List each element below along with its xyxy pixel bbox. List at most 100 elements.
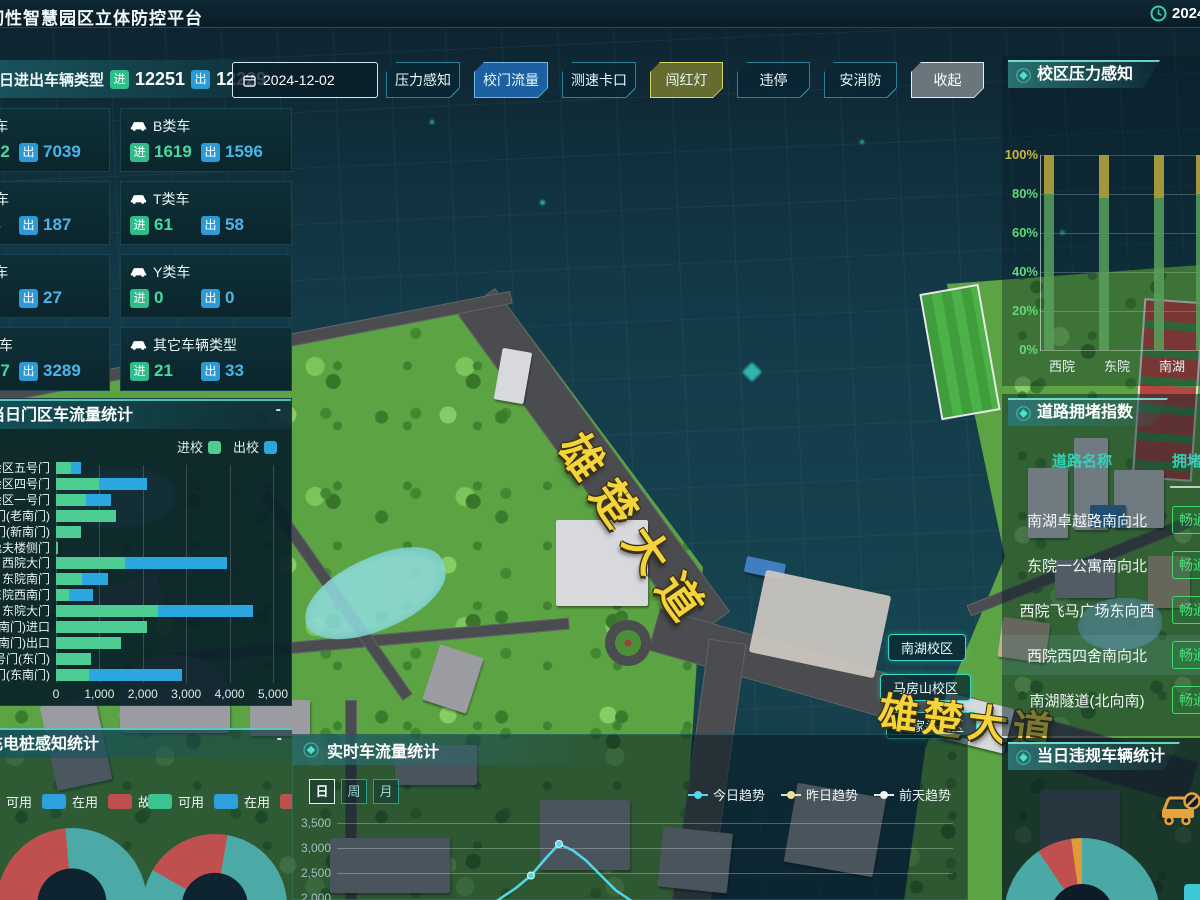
y-tick-label: 40% bbox=[1002, 264, 1038, 279]
congestion-row[interactable]: 西院飞马广场东向西畅通 bbox=[1002, 590, 1200, 630]
out-badge: 出 bbox=[191, 70, 210, 89]
toolbar-button[interactable]: 校门流量 bbox=[474, 62, 548, 98]
no-parking-car-icon bbox=[1158, 788, 1200, 833]
bar-out bbox=[99, 478, 147, 490]
y-tick-label: 80% bbox=[1002, 186, 1038, 201]
vehicle-card: B类车进1619出1596 bbox=[120, 108, 292, 172]
minimize-button[interactable]: - bbox=[277, 730, 282, 748]
in-count: 184 bbox=[0, 215, 14, 235]
bar-out bbox=[71, 462, 81, 474]
x-tick-label: 0 bbox=[34, 687, 78, 701]
gate-bar-row: 逸夫楼侧门 bbox=[0, 541, 293, 557]
in-count: 0 bbox=[154, 288, 196, 308]
vehicle-type-name: 来访车 bbox=[0, 335, 13, 355]
out-count: 27 bbox=[43, 288, 62, 308]
gate-bar-row: 东院西南门 bbox=[0, 588, 293, 604]
charging-legend-item: 可用 bbox=[148, 792, 204, 811]
congestion-row[interactable]: 南湖隧道(北向南) 畅通 bbox=[1002, 680, 1200, 720]
out-count: 33 bbox=[225, 361, 244, 381]
campus-pressure-panel: 校区压力感知 100%80%60%40%20%0%西院东院南湖 bbox=[1002, 56, 1200, 386]
congestion-row[interactable]: 西院西四舍南向北畅通 bbox=[1002, 635, 1200, 675]
app-header: 韧性智慧园区立体防控平台 2024 bbox=[0, 0, 1200, 28]
y-tick-label: 20% bbox=[1002, 303, 1038, 318]
app-title: 韧性智慧园区立体防控平台 bbox=[0, 4, 203, 29]
legend-out-label: 出校 bbox=[233, 437, 277, 456]
in-count: 7052 bbox=[0, 142, 14, 162]
in-badge: 进 bbox=[130, 216, 149, 235]
vehicle-type-name: C类车 bbox=[0, 189, 9, 209]
toolbar-button[interactable]: 压力感知 bbox=[386, 62, 460, 98]
diamond-icon bbox=[1016, 68, 1031, 83]
car-icon bbox=[130, 193, 147, 205]
gridline bbox=[1040, 155, 1200, 156]
toolbar-button[interactable]: 测速卡口 bbox=[562, 62, 636, 98]
in-badge: 进 bbox=[130, 289, 149, 308]
bar-in bbox=[56, 605, 158, 617]
y-tick-label: 0% bbox=[1002, 342, 1038, 357]
legend-label: 在用 bbox=[72, 792, 98, 811]
campus-label-nanhu[interactable]: 南湖校区 bbox=[888, 634, 966, 661]
gate-name: 余区一号门 bbox=[0, 493, 50, 507]
gate-name: 号门(东南门) bbox=[0, 668, 50, 682]
gate-name: 西院大门 bbox=[0, 556, 50, 570]
road-congestion-panel: 道路拥堵指数 道路名称 拥堵指数 南湖卓越路南向北畅通东院一公寓南向北畅通西院飞… bbox=[1002, 394, 1200, 736]
x-tick-label: 3,000 bbox=[164, 687, 208, 701]
congestion-status-badge: 畅通 bbox=[1172, 686, 1200, 714]
gate-bar-row: 余区四号门 bbox=[0, 477, 293, 493]
toolbar-button[interactable]: 违停 bbox=[737, 62, 810, 98]
vehicle-card: 来访车进3287出3289 bbox=[0, 327, 110, 391]
gate-name: 南1门(老南门) bbox=[0, 509, 50, 523]
car-icon bbox=[130, 120, 147, 132]
in-count: 21 bbox=[154, 361, 196, 381]
bar-out bbox=[82, 573, 108, 585]
pressure-category-label: 南湖 bbox=[1150, 356, 1194, 375]
date-value: 2024-12-02 bbox=[263, 72, 335, 88]
pressure-bar bbox=[1044, 155, 1054, 350]
charging-pile-panel: 充电桩感知统计 - 可用在用故障 可用在用故障 bbox=[0, 728, 292, 900]
gate-bar-chart: 01,0002,0003,0004,0005,000余区五号门余区四号门余区一号… bbox=[0, 461, 293, 701]
bar-in bbox=[56, 462, 71, 474]
road-name: 南湖隧道(北向南) bbox=[1008, 690, 1166, 711]
gate-bar-row: 2号门(东门) bbox=[0, 652, 293, 668]
map-glow-dot bbox=[860, 140, 864, 144]
bar-in bbox=[56, 494, 86, 506]
out-badge: 出 bbox=[201, 362, 220, 381]
legend-swatch bbox=[42, 794, 66, 809]
bar-in bbox=[56, 542, 58, 554]
bar-in bbox=[56, 526, 81, 538]
vehicle-card: 其它车辆类型进21出33 bbox=[120, 327, 292, 391]
toolbar-button[interactable]: 安消防 bbox=[824, 62, 897, 98]
gate-bar-row: 号门(东南门) bbox=[0, 668, 293, 684]
legend-in-swatch bbox=[208, 441, 221, 454]
charging-legend-item: 在用 bbox=[42, 792, 98, 811]
vehicle-type-cards: A类车进7052出7039B类车进1619出1596C类车进184出187T类车… bbox=[0, 108, 292, 391]
vehicle-type-name: B类车 bbox=[153, 116, 190, 136]
diamond-icon bbox=[1016, 750, 1031, 765]
vehicle-card: A类车进7052出7039 bbox=[0, 108, 110, 172]
violation-panel-title: 当日违规车辆统计 bbox=[1037, 744, 1165, 770]
gate-name: 2号门(东门) bbox=[0, 652, 50, 666]
out-count: 0 bbox=[225, 288, 234, 308]
toolbar-button[interactable]: 闯红灯 bbox=[650, 62, 723, 98]
violation-donut-chart bbox=[1004, 838, 1160, 900]
gate-name: 东院西南门 bbox=[0, 588, 50, 602]
diamond-icon bbox=[1016, 406, 1031, 421]
gate-bar-row: 东院南门 bbox=[0, 572, 293, 588]
congestion-status-badge: 畅通 bbox=[1172, 596, 1200, 624]
legend-label: 可用 bbox=[178, 792, 204, 811]
gate-name: 余区五号门 bbox=[0, 461, 50, 475]
congestion-row[interactable]: 东院一公寓南向北畅通 bbox=[1002, 545, 1200, 585]
toolbar-button[interactable]: 收起 bbox=[911, 62, 984, 98]
out-count: 1596 bbox=[225, 142, 263, 162]
date-picker[interactable]: 2024-12-02 bbox=[232, 62, 378, 98]
minimize-button[interactable]: - bbox=[276, 401, 281, 419]
gridline bbox=[1040, 233, 1200, 234]
summary-label: 当日进出车辆类型 bbox=[0, 69, 104, 90]
out-badge: 出 bbox=[19, 143, 38, 162]
gate-name: 东院南门 bbox=[0, 572, 50, 586]
car-icon bbox=[130, 266, 147, 278]
gate-chart-legend: 进校 出校 bbox=[177, 437, 277, 456]
pressure-bar bbox=[1154, 155, 1164, 350]
pressure-panel-banner: 校区压力感知 bbox=[1008, 60, 1160, 88]
congestion-row[interactable]: 南湖卓越路南向北畅通 bbox=[1002, 500, 1200, 540]
